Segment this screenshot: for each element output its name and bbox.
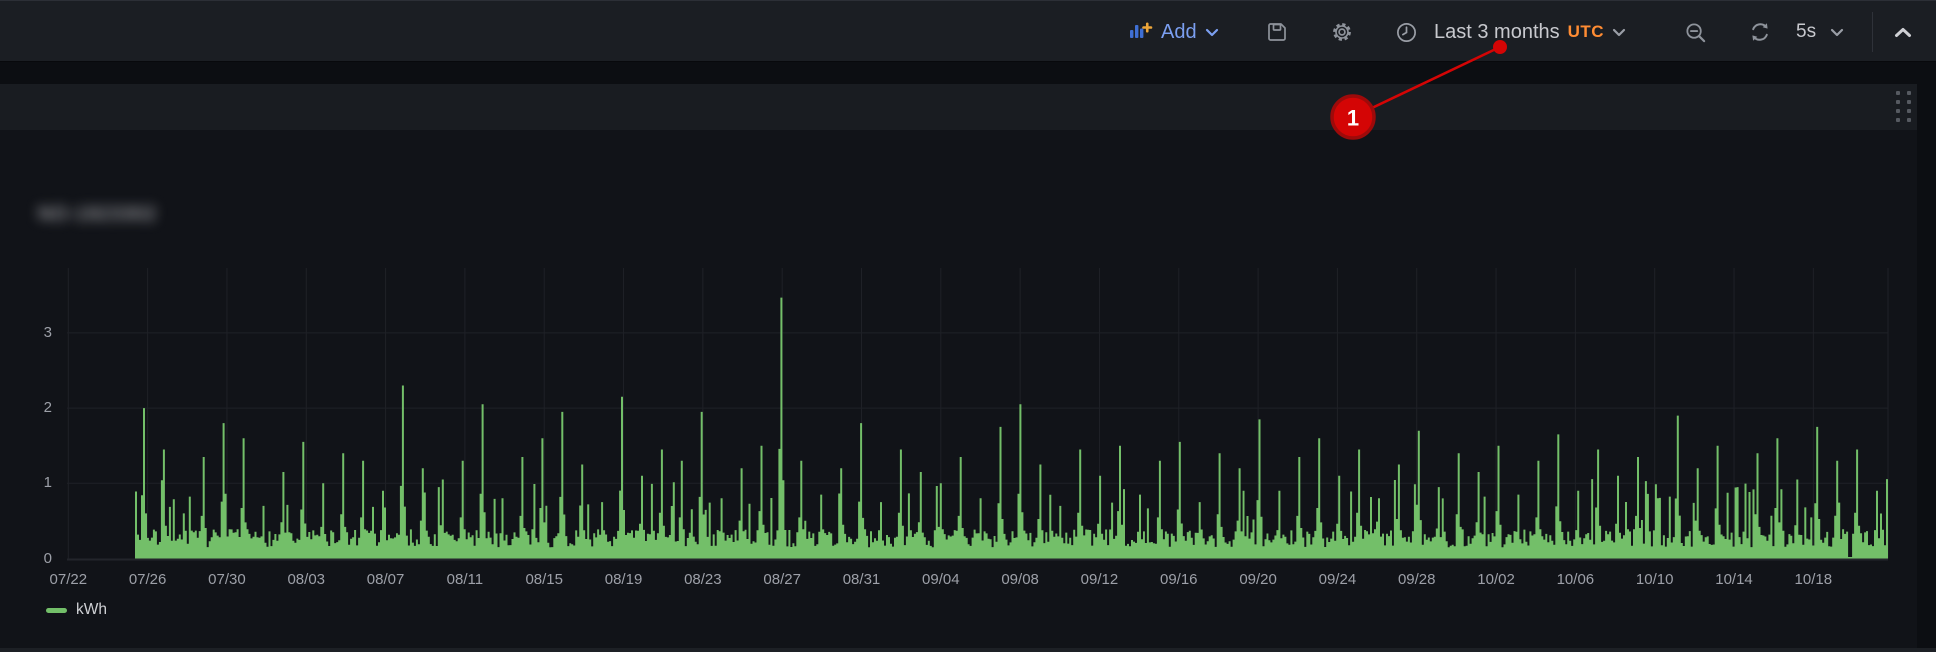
kwh-series-area <box>135 298 1888 559</box>
x-axis-tick-label: 07/30 <box>195 571 259 588</box>
x-axis-tick-label: 08/03 <box>274 571 338 588</box>
x-axis-tick-label: 07/22 <box>36 571 100 588</box>
grafana-dashboard: Add <box>0 0 1936 652</box>
x-axis-tick-label: 08/31 <box>830 571 894 588</box>
legend-label: kWh <box>76 601 107 619</box>
legend-swatch <box>46 608 67 613</box>
y-axis-tick-label: 0 <box>14 550 52 567</box>
x-axis-tick-label: 10/10 <box>1623 571 1687 588</box>
x-axis-tick-label: 08/27 <box>750 571 814 588</box>
x-axis-tick-label: 07/26 <box>116 571 180 588</box>
x-axis-tick-label: 08/19 <box>592 571 656 588</box>
x-axis-tick-label: 09/16 <box>1147 571 1211 588</box>
x-axis-tick-label: 08/07 <box>354 571 418 588</box>
x-axis-tick-label: 09/24 <box>1305 571 1369 588</box>
x-axis-tick-label: 08/23 <box>671 571 735 588</box>
x-axis-tick-label: 08/15 <box>512 571 576 588</box>
next-row-edge <box>0 648 1936 652</box>
legend-item-kwh[interactable]: kWh <box>46 601 107 619</box>
x-axis-tick-label: 10/06 <box>1543 571 1607 588</box>
y-axis-tick-label: 2 <box>14 399 52 416</box>
y-axis-tick-label: 1 <box>14 474 52 491</box>
x-axis-tick-label: 09/28 <box>1385 571 1449 588</box>
x-axis-tick-label: 09/20 <box>1226 571 1290 588</box>
y-axis-tick-label: 3 <box>14 324 52 341</box>
x-axis-tick-label: 08/11 <box>433 571 497 588</box>
x-axis-tick-label: 10/02 <box>1464 571 1528 588</box>
x-axis-tick-label: 09/12 <box>1067 571 1131 588</box>
x-axis-tick-label: 09/08 <box>988 571 1052 588</box>
x-axis-tick-label: 10/18 <box>1781 571 1845 588</box>
kwh-timeseries-chart[interactable] <box>0 0 1936 652</box>
x-axis-tick-label: 10/14 <box>1702 571 1766 588</box>
x-axis-tick-label: 09/04 <box>909 571 973 588</box>
